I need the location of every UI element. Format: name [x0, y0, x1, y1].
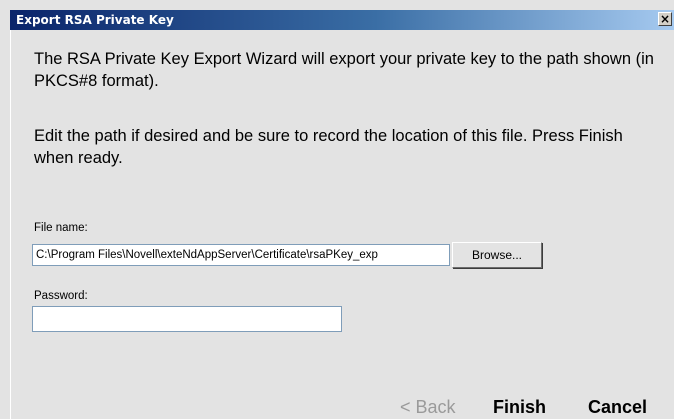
- back-button[interactable]: < Back: [400, 396, 456, 418]
- cancel-button[interactable]: Cancel: [588, 396, 647, 418]
- finish-button[interactable]: Finish: [493, 396, 546, 418]
- close-icon: ×: [659, 12, 671, 26]
- password-input[interactable]: [32, 306, 342, 332]
- file-name-label: File name:: [34, 222, 88, 234]
- file-name-input[interactable]: [32, 244, 450, 266]
- title-bar[interactable]: Export RSA Private Key ×: [10, 10, 674, 30]
- export-rsa-dialog: Export RSA Private Key × The RSA Private…: [0, 0, 674, 419]
- description-paragraph-2: Edit the path if desired and be sure to …: [34, 127, 623, 167]
- description-paragraph-1: The RSA Private Key Export Wizard will e…: [34, 50, 654, 90]
- browse-button[interactable]: Browse...: [452, 242, 542, 268]
- close-button[interactable]: ×: [658, 12, 672, 26]
- password-label: Password:: [34, 290, 88, 302]
- window-title: Export RSA Private Key: [16, 13, 174, 27]
